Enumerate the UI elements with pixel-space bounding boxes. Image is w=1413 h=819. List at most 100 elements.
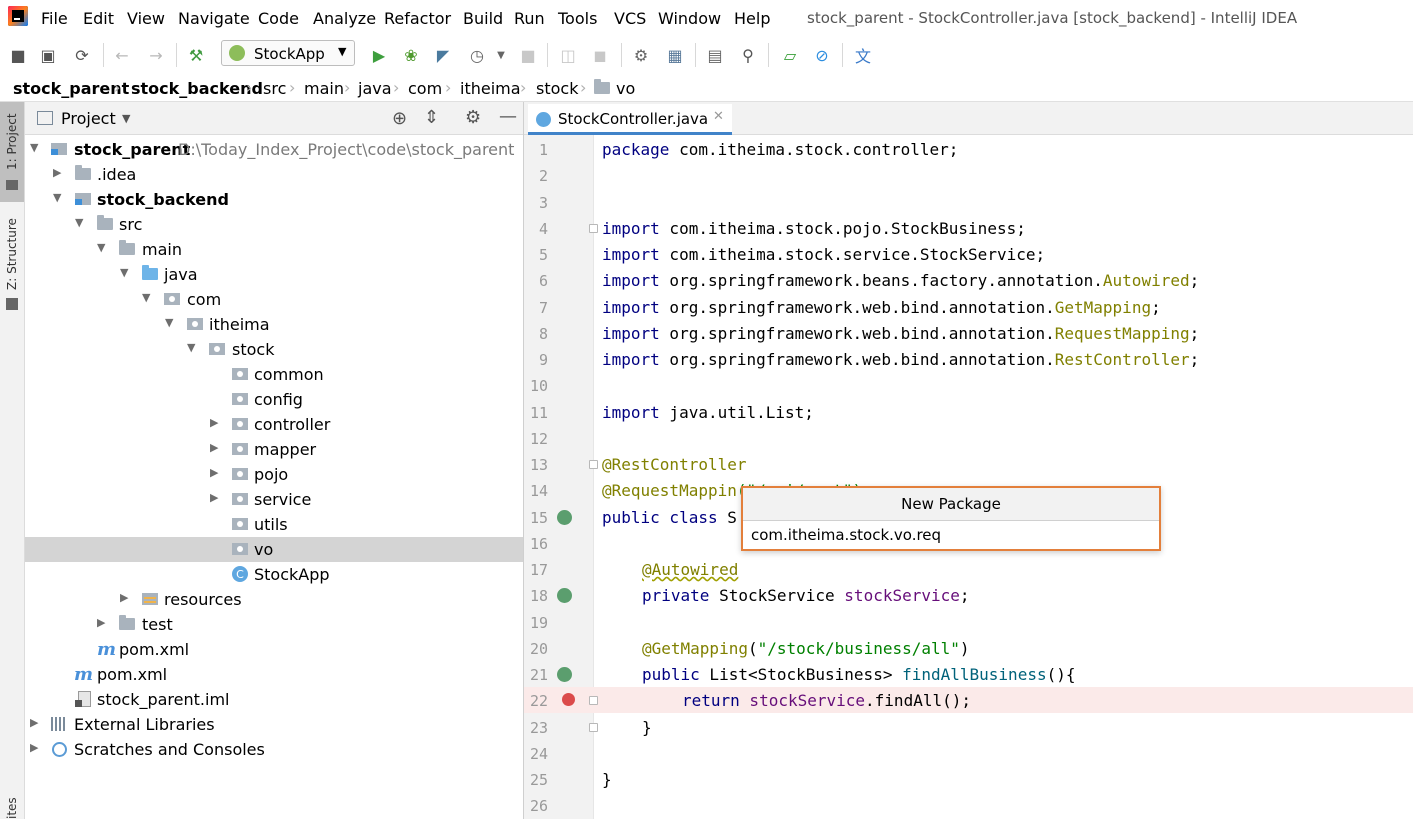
- breadcrumb-item[interactable]: vo: [616, 79, 635, 98]
- hide-panel-icon[interactable]: —: [499, 106, 517, 127]
- menu-window[interactable]: Window: [658, 9, 721, 28]
- menu-run[interactable]: Run: [514, 9, 545, 28]
- project-structure-icon[interactable]: ▦: [664, 44, 686, 66]
- favorites-tab-label[interactable]: ites: [5, 797, 19, 819]
- tree-item[interactable]: C StockApp: [25, 562, 523, 587]
- menu-help[interactable]: Help: [734, 9, 770, 28]
- menu-vcs[interactable]: VCS: [614, 9, 646, 28]
- collapsed-arrow-icon[interactable]: ▶: [210, 491, 218, 504]
- settings-wrench-icon[interactable]: ⚙: [630, 44, 652, 66]
- menu-view[interactable]: View: [127, 9, 165, 28]
- expanded-arrow-icon[interactable]: ▼: [30, 141, 38, 154]
- tree-item[interactable]: ▶ test: [25, 612, 523, 637]
- translate-icon[interactable]: 文: [852, 44, 874, 66]
- menu-navigate[interactable]: Navigate: [178, 9, 250, 28]
- breadcrumb-item[interactable]: stock_parent: [13, 79, 129, 98]
- tree-item[interactable]: m pom.xml: [25, 637, 523, 662]
- expanded-arrow-icon[interactable]: ▼: [97, 241, 105, 254]
- tree-item[interactable]: ▶ .idea: [25, 162, 523, 187]
- breadcrumb-item[interactable]: main: [304, 79, 344, 98]
- tree-item[interactable]: ▶ controller: [25, 412, 523, 437]
- search-icon[interactable]: ⚲: [737, 44, 759, 66]
- tree-item[interactable]: stock_parent.iml: [25, 687, 523, 712]
- fold-marker-icon[interactable]: [589, 224, 598, 233]
- coverage-icon[interactable]: ◤: [432, 44, 454, 66]
- run-icon[interactable]: ▶: [368, 44, 390, 66]
- collapsed-arrow-icon[interactable]: ▶: [210, 416, 218, 429]
- breadcrumb-item[interactable]: stock: [536, 79, 578, 98]
- tree-item[interactable]: ▼ com: [25, 287, 523, 312]
- build-hammer-icon[interactable]: ⚒: [185, 44, 207, 66]
- tree-item[interactable]: ▼ itheima: [25, 312, 523, 337]
- tree-item[interactable]: ▶ mapper: [25, 437, 523, 462]
- open-folder-icon[interactable]: ■: [7, 44, 29, 66]
- breadcrumb-item[interactable]: com: [408, 79, 442, 98]
- tree-item[interactable]: ▶ External Libraries: [25, 712, 523, 737]
- chevron-down-icon[interactable]: ▼: [122, 112, 130, 125]
- tree-item[interactable]: ▶ resources: [25, 587, 523, 612]
- tree-item[interactable]: common: [25, 362, 523, 387]
- menu-tools[interactable]: Tools: [558, 9, 597, 28]
- menu-edit[interactable]: Edit: [83, 9, 114, 28]
- profile-icon[interactable]: ◷: [466, 44, 488, 66]
- forward-icon[interactable]: →: [145, 44, 167, 66]
- expanded-arrow-icon[interactable]: ▼: [120, 266, 128, 279]
- terminal-window-icon[interactable]: ▤: [704, 44, 726, 66]
- tree-item[interactable]: m pom.xml: [25, 662, 523, 687]
- spring-bean-icon[interactable]: [557, 510, 572, 525]
- menu-code[interactable]: Code: [258, 9, 299, 28]
- back-icon[interactable]: ←: [111, 44, 133, 66]
- tree-item-selected[interactable]: vo: [25, 537, 523, 562]
- fold-marker-icon[interactable]: [589, 723, 598, 732]
- fold-marker-icon[interactable]: [589, 460, 598, 469]
- breadcrumb-item[interactable]: src: [263, 79, 286, 98]
- tree-item[interactable]: ▶ Scratches and Consoles: [25, 737, 523, 762]
- power-save-icon[interactable]: ⊘: [811, 44, 833, 66]
- breadcrumb-item[interactable]: itheima: [460, 79, 521, 98]
- collapsed-arrow-icon[interactable]: ▶: [97, 616, 105, 629]
- tree-item[interactable]: ▼ stock: [25, 337, 523, 362]
- breadcrumb-item[interactable]: stock_backend: [131, 79, 263, 98]
- tree-item[interactable]: ▼ main: [25, 237, 523, 262]
- breadcrumb-item[interactable]: java: [358, 79, 392, 98]
- package-name-input[interactable]: [745, 521, 1155, 549]
- close-icon[interactable]: ✕: [713, 109, 724, 124]
- debug-bug-icon[interactable]: ❀: [400, 44, 422, 66]
- collapsed-arrow-icon[interactable]: ▶: [120, 591, 128, 604]
- tree-item[interactable]: ▼ java: [25, 262, 523, 287]
- expanded-arrow-icon[interactable]: ▼: [75, 216, 83, 229]
- expanded-arrow-icon[interactable]: ▼: [53, 191, 61, 204]
- collapsed-arrow-icon[interactable]: ▶: [30, 716, 38, 729]
- breakpoint-icon[interactable]: [562, 693, 575, 706]
- project-panel-title[interactable]: Project: [61, 109, 116, 128]
- attach-debugger-icon[interactable]: ◫: [557, 44, 579, 66]
- stop-icon[interactable]: ■: [517, 44, 539, 66]
- collapsed-arrow-icon[interactable]: ▶: [210, 466, 218, 479]
- tree-item[interactable]: ▶ pojo: [25, 462, 523, 487]
- tree-item[interactable]: ▼ stock_parent D:\Today_Index_Project\co…: [25, 137, 523, 162]
- fold-marker-icon[interactable]: [589, 696, 598, 705]
- activity-monitor-icon[interactable]: ▱: [779, 44, 801, 66]
- structure-tab-label[interactable]: Z: Structure: [5, 218, 19, 290]
- profile-dropdown-icon[interactable]: ▼: [490, 44, 512, 66]
- spring-endpoint-icon[interactable]: [557, 667, 572, 682]
- menu-refactor[interactable]: Refactor: [384, 9, 451, 28]
- collapse-all-icon[interactable]: ⇕: [424, 107, 439, 128]
- tree-item[interactable]: ▼ stock_backend: [25, 187, 523, 212]
- sync-icon[interactable]: ⟳: [71, 44, 93, 66]
- save-all-icon[interactable]: ▣: [37, 44, 59, 66]
- menu-build[interactable]: Build: [463, 9, 503, 28]
- tree-item[interactable]: utils: [25, 512, 523, 537]
- locate-target-icon[interactable]: ⊕: [392, 108, 407, 129]
- tree-item[interactable]: ▶ service: [25, 487, 523, 512]
- expanded-arrow-icon[interactable]: ▼: [142, 291, 150, 304]
- collapsed-arrow-icon[interactable]: ▶: [30, 741, 38, 754]
- editor-tab[interactable]: StockController.java ✕: [528, 104, 732, 135]
- spring-autowired-icon[interactable]: [557, 588, 572, 603]
- menu-analyze[interactable]: Analyze: [313, 9, 376, 28]
- tree-item[interactable]: ▼ src: [25, 212, 523, 237]
- collapsed-arrow-icon[interactable]: ▶: [210, 441, 218, 454]
- run-configuration-select[interactable]: StockApp ▼: [221, 40, 355, 66]
- deploy-icon[interactable]: ◼: [589, 44, 611, 66]
- collapsed-arrow-icon[interactable]: ▶: [53, 166, 61, 179]
